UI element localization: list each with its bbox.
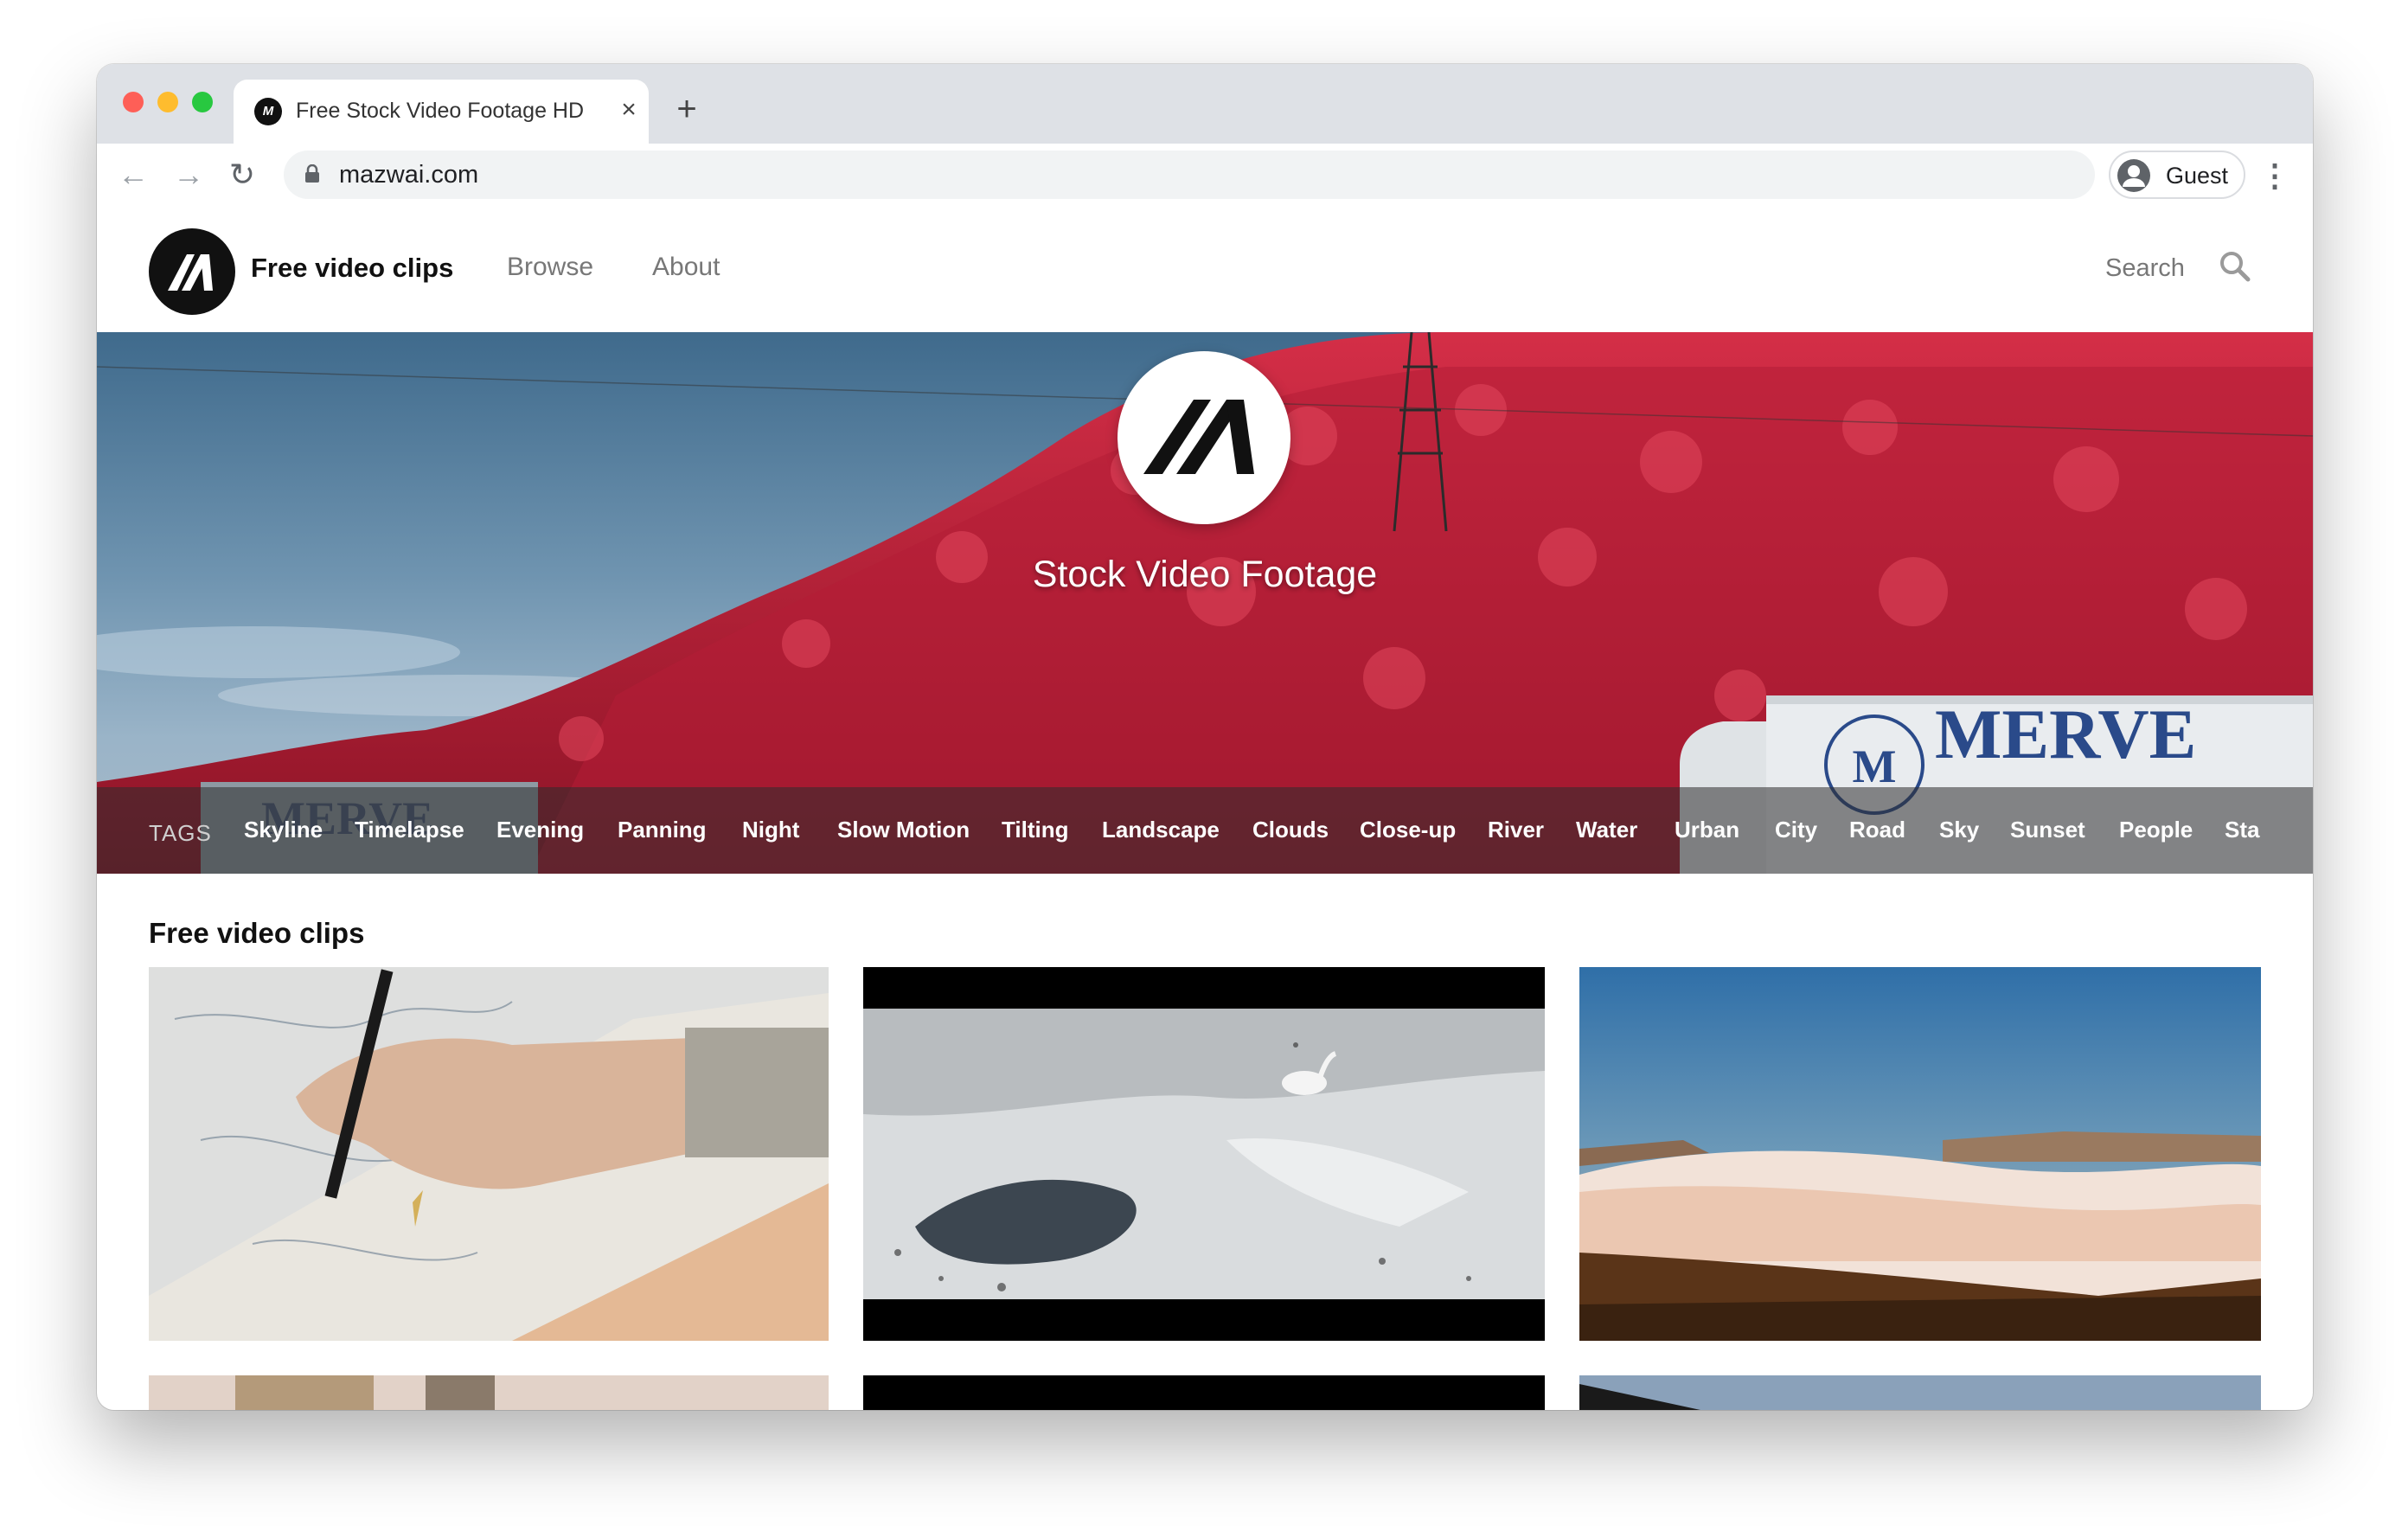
browser-tab[interactable]: M Free Stock Video Footage HD F ×: [234, 80, 649, 144]
hero-title: Stock Video Footage: [1032, 554, 1378, 595]
truck-logo-text: MERVE: [1935, 695, 2196, 773]
tag-road[interactable]: Road: [1849, 817, 1905, 843]
profile-button[interactable]: Guest: [2109, 151, 2245, 199]
browser-window: M Free Stock Video Footage HD F × + ← → …: [97, 64, 2313, 1410]
tag-tilting[interactable]: Tilting: [1002, 817, 1069, 843]
site-header: Free video clips Browse About Search: [97, 209, 2313, 332]
tag-sunset[interactable]: Sunset: [2010, 817, 2085, 843]
site-logo[interactable]: [149, 228, 235, 315]
video-thumbnail-dark[interactable]: [863, 1375, 1545, 1410]
profile-label: Guest: [2166, 163, 2229, 189]
browser-toolbar: ← → ↻ mazwai.com Guest ⋮: [97, 144, 2313, 211]
tag-skyline[interactable]: Skyline: [244, 817, 323, 843]
video-thumbnail-swan-snow[interactable]: [863, 967, 1545, 1341]
search-input[interactable]: Search: [2105, 254, 2185, 283]
video-thumbnail-sky[interactable]: [1579, 1375, 2261, 1410]
tag-sky[interactable]: Sky: [1939, 817, 1979, 843]
tag-clouds[interactable]: Clouds: [1252, 817, 1329, 843]
tag-panning[interactable]: Panning: [618, 817, 707, 843]
search-icon[interactable]: [2218, 249, 2252, 284]
tab-close-icon[interactable]: ×: [612, 93, 645, 126]
tag-close-up[interactable]: Close-up: [1360, 817, 1456, 843]
tag-landscape[interactable]: Landscape: [1102, 817, 1220, 843]
tag-sta[interactable]: Sta: [2225, 817, 2259, 843]
maximize-window-button[interactable]: [192, 92, 213, 112]
video-thumbnail-fog-canyon[interactable]: [1579, 967, 2261, 1341]
tags-bar: TAGS Skyline Timelapse Evening Panning N…: [97, 787, 2313, 874]
video-thumbnail-map-drawing[interactable]: [149, 967, 829, 1341]
forward-button[interactable]: →: [170, 156, 208, 194]
tag-water[interactable]: Water: [1576, 817, 1637, 843]
tag-urban[interactable]: Urban: [1675, 817, 1739, 843]
reload-button[interactable]: ↻: [223, 156, 261, 194]
tab-title: Free Stock Video Footage HD F: [296, 99, 590, 123]
tag-slow-motion[interactable]: Slow Motion: [837, 817, 970, 843]
profile-avatar-icon: [2117, 159, 2150, 192]
close-window-button[interactable]: [123, 92, 144, 112]
svg-text:M: M: [1853, 740, 1897, 792]
tag-city[interactable]: City: [1775, 817, 1817, 843]
nav-browse-link[interactable]: Browse: [507, 253, 593, 282]
url-text: mazwai.com: [339, 161, 479, 189]
tag-river[interactable]: River: [1488, 817, 1544, 843]
tag-night[interactable]: Night: [742, 817, 799, 843]
nav-about-link[interactable]: About: [652, 253, 720, 282]
address-bar[interactable]: mazwai.com: [284, 151, 2095, 199]
section-title: Free video clips: [149, 917, 365, 949]
new-tab-button[interactable]: +: [668, 90, 706, 128]
back-button[interactable]: ←: [114, 156, 152, 194]
tab-strip: M Free Stock Video Footage HD F × +: [97, 64, 2313, 144]
favicon-icon: M: [254, 98, 282, 125]
browser-menu-icon[interactable]: ⋮: [2259, 154, 2290, 197]
minimize-window-button[interactable]: [157, 92, 178, 112]
tags-label: TAGS: [149, 820, 212, 846]
lock-icon: [305, 164, 319, 183]
site-title[interactable]: Free video clips: [251, 253, 453, 284]
tag-evening[interactable]: Evening: [496, 817, 584, 843]
tag-timelapse[interactable]: Timelapse: [355, 817, 464, 843]
hero-banner: M MERVE MERVE Stock Video Footage TAGS S…: [97, 332, 2313, 874]
video-thumbnail-street[interactable]: [149, 1375, 829, 1410]
hero-logo: [1118, 351, 1290, 524]
tag-people[interactable]: People: [2119, 817, 2193, 843]
